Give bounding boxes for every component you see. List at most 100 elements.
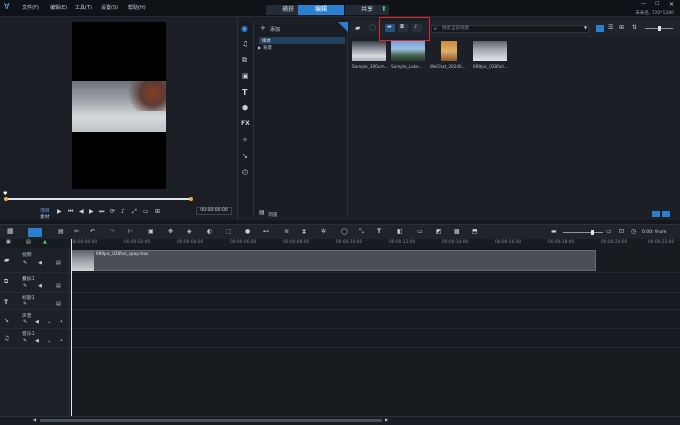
thumbnail-size-handle[interactable]: [658, 26, 661, 31]
move-icon[interactable]: ✥: [168, 229, 173, 235]
step-back-icon[interactable]: ◀: [79, 208, 84, 215]
lock-icon[interactable]: ✎: [23, 320, 27, 325]
track-option-icon[interactable]: ▤: [56, 284, 61, 289]
mute-icon[interactable]: ◀: [35, 339, 39, 344]
step-forward-icon[interactable]: ▶: [89, 208, 94, 215]
subtitle-icon[interactable]: T: [377, 229, 381, 235]
text-icon[interactable]: T: [242, 89, 247, 97]
storyboard-view-icon[interactable]: ▦: [7, 228, 14, 235]
add-icon[interactable]: +: [260, 25, 266, 32]
lens-icon[interactable]: ▭: [417, 229, 423, 235]
redo-icon[interactable]: ↷: [110, 229, 115, 235]
more-icon[interactable]: •: [60, 339, 63, 344]
mute-icon[interactable]: ◀: [38, 284, 42, 289]
filter-video-button[interactable]: ▬: [385, 24, 395, 32]
fit-icon[interactable]: ⤢: [132, 208, 137, 216]
folder-background-label[interactable]: 背景: [263, 45, 272, 51]
browse-label[interactable]: 浏览: [268, 211, 278, 218]
skip-start-icon[interactable]: ⏮: [68, 208, 73, 216]
multicam-icon[interactable]: ▩: [454, 229, 460, 235]
scissors-icon[interactable]: ✂: [74, 229, 79, 235]
play-icon[interactable]: ▶: [57, 208, 62, 215]
scrub-handle-end[interactable]: [189, 197, 193, 201]
record-icon[interactable]: ●: [245, 229, 250, 235]
chevron-right-icon[interactable]: ▶: [258, 46, 261, 50]
horizontal-scrollbar[interactable]: [40, 419, 382, 422]
mask-icon[interactable]: ◐: [207, 229, 212, 235]
keyframe-icon[interactable]: ◈: [187, 229, 192, 235]
mode-clip-label[interactable]: 素材: [40, 213, 50, 220]
chevron-down-icon[interactable]: ⌄: [47, 320, 51, 325]
mixer-icon[interactable]: ⧗: [302, 229, 306, 235]
split-icon[interactable]: ⊢: [128, 229, 133, 235]
repeat-icon[interactable]: ⟳: [110, 208, 115, 215]
filter-photo-button[interactable]: ◘: [398, 24, 408, 32]
media-thumbnail[interactable]: [391, 41, 425, 61]
thumbnail-size-slider[interactable]: [645, 26, 673, 31]
snapshot-icon[interactable]: ▭: [143, 208, 149, 215]
title-icon[interactable]: ▣: [242, 73, 249, 80]
path-icon[interactable]: ✧: [242, 137, 248, 144]
mute-icon[interactable]: ◀: [35, 320, 39, 325]
view-thumbnail-button[interactable]: [596, 25, 604, 32]
marker-icon[interactable]: ▲: [43, 240, 47, 245]
graphics-icon[interactable]: ⬢: [242, 105, 248, 112]
lock-icon[interactable]: ✎: [23, 302, 27, 307]
record-icon[interactable]: ◯: [369, 25, 376, 31]
audio-icon[interactable]: ≋: [284, 229, 289, 235]
effect-icon[interactable]: ✲: [321, 229, 326, 235]
maximize-icon[interactable]: ☐: [655, 2, 659, 7]
skip-end-icon[interactable]: ⏭: [99, 208, 104, 216]
lock-icon[interactable]: ✎: [23, 284, 27, 289]
track-manager-icon[interactable]: ▤: [58, 229, 64, 235]
folder-icon[interactable]: ▤: [259, 210, 265, 216]
timeline-tracks-area[interactable]: [71, 248, 680, 416]
folder-item-sample[interactable]: 样本: [259, 37, 345, 44]
scrub-bar[interactable]: [4, 197, 193, 201]
library-option-button[interactable]: [652, 211, 660, 217]
render-icon[interactable]: ⬒: [472, 229, 478, 235]
scrub-handle-start[interactable]: [4, 197, 8, 201]
zoom-slider-handle[interactable]: [591, 230, 594, 235]
menu-settings[interactable]: 设置(S): [101, 4, 118, 11]
motion-icon[interactable]: ↘: [242, 153, 248, 160]
timeline-clip[interactable]: [71, 250, 596, 271]
scroll-left-icon[interactable]: ◀: [33, 418, 36, 422]
upload-icon[interactable]: ⬆: [381, 6, 387, 13]
zoom-in-icon[interactable]: ▭: [606, 229, 612, 235]
view-list-icon[interactable]: ☰: [608, 25, 613, 31]
speed-icon[interactable]: ◴: [242, 169, 248, 176]
speed-icon[interactable]: ⊷: [263, 229, 269, 235]
media-thumbnail[interactable]: [473, 41, 507, 61]
transition-icon[interactable]: ⧉: [242, 57, 247, 64]
ripple-icon[interactable]: ▤: [26, 240, 31, 245]
library-layout-button[interactable]: [662, 211, 670, 217]
filter-audio-button[interactable]: ♪: [412, 24, 422, 32]
sort-icon[interactable]: ⇅: [632, 25, 637, 31]
undo-icon[interactable]: ↶: [90, 229, 95, 235]
search-input[interactable]: ⌕ 搜索当前视图: [431, 25, 589, 33]
media-icon[interactable]: ◉: [241, 25, 248, 33]
add-folder-label[interactable]: 添加: [270, 26, 280, 33]
pan-zoom-icon[interactable]: ⤡: [359, 229, 364, 235]
crop-icon[interactable]: ▣: [148, 229, 154, 235]
lock-icon[interactable]: ✎: [23, 261, 27, 266]
stabilize-icon[interactable]: ◧: [397, 229, 403, 235]
media-thumbnail[interactable]: [352, 41, 386, 61]
track-option-icon[interactable]: ▤: [56, 261, 61, 266]
minimize-icon[interactable]: —: [641, 2, 646, 7]
motion-track-icon[interactable]: ◯: [341, 229, 348, 235]
fx-icon[interactable]: FX: [241, 121, 250, 127]
media-thumbnail[interactable]: [441, 41, 457, 61]
scroll-right-icon[interactable]: ▶: [385, 418, 388, 422]
menu-file[interactable]: 文件(F): [22, 4, 39, 11]
menu-tools[interactable]: 工具(T): [75, 4, 92, 11]
more-icon[interactable]: •: [60, 320, 63, 325]
volume-icon[interactable]: ♪: [121, 208, 125, 215]
chevron-down-icon[interactable]: ▼: [584, 26, 587, 30]
track-option-icon[interactable]: ▤: [56, 302, 61, 307]
playhead[interactable]: [71, 239, 72, 416]
close-icon[interactable]: ✕: [669, 2, 674, 8]
split-screen-icon[interactable]: ◩: [436, 229, 442, 235]
mute-icon[interactable]: ◀: [38, 261, 42, 266]
